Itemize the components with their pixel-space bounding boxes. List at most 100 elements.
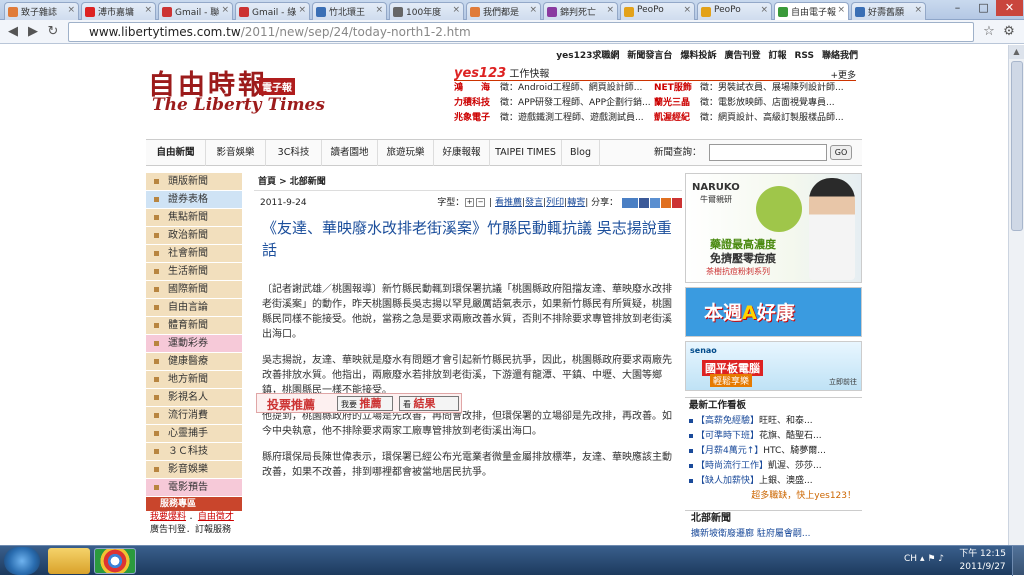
font-increase-icon[interactable]: + bbox=[465, 198, 475, 207]
tab-close-icon[interactable]: × bbox=[606, 5, 614, 15]
tab-close-icon[interactable]: × bbox=[144, 5, 152, 15]
browser-tab[interactable]: 竹北環王 × bbox=[312, 2, 387, 20]
share-facebook-icon[interactable] bbox=[639, 197, 649, 208]
share-plurk-icon[interactable] bbox=[650, 197, 660, 208]
job-item[interactable]: 力積科技 徵：APP研發工程師、APP企劃行銷... bbox=[454, 96, 654, 111]
naruko-ad[interactable]: NARUKO 牛爾親研 藥證最高濃度 免擠壓零痘痕 茶樹抗痘粉刺系列 bbox=[685, 173, 862, 283]
job-board-item[interactable]: 【時尚流行工作】凱渥、莎莎... bbox=[685, 459, 862, 474]
see-results-button[interactable]: 看 結果 bbox=[399, 396, 459, 411]
left-nav-item[interactable]: 健康醫療 bbox=[146, 353, 242, 371]
star-icon[interactable]: ☆ bbox=[980, 23, 998, 41]
tool-print[interactable]: 列印 bbox=[546, 198, 564, 208]
nav-item[interactable]: 3C科技 bbox=[266, 140, 322, 166]
job-board-item[interactable]: 【缺人加薪快】上銀、澳盛... bbox=[685, 474, 862, 489]
tab-close-icon[interactable]: × bbox=[452, 5, 460, 15]
tab-close-icon[interactable]: × bbox=[683, 5, 691, 15]
nav-item[interactable]: 旅遊玩樂 bbox=[378, 140, 434, 166]
chrome-icon[interactable] bbox=[94, 548, 136, 574]
browser-tab[interactable]: Gmail - 聯 × bbox=[158, 2, 233, 20]
explorer-icon[interactable] bbox=[48, 548, 90, 574]
left-nav-item[interactable]: 生活新聞 bbox=[146, 263, 242, 281]
system-tray[interactable]: CH ▴ ⚑ ♪ bbox=[904, 554, 944, 564]
left-nav-item[interactable]: 證券表格 bbox=[146, 191, 242, 209]
job-item[interactable]: 凱渥經紀 徵：網頁設計、高級訂製服樣品師... bbox=[654, 111, 854, 126]
left-nav-item[interactable]: 流行消費 bbox=[146, 407, 242, 425]
job-item[interactable]: 兆象電子 徵：遊戲鐵測工程師、遊戲測試員... bbox=[454, 111, 654, 126]
share-other-icon[interactable] bbox=[672, 197, 682, 208]
left-nav-item[interactable]: 頭版新聞 bbox=[146, 173, 242, 191]
scroll-up-icon[interactable]: ▲ bbox=[1009, 45, 1024, 59]
forward-icon[interactable]: ▶ bbox=[24, 23, 42, 41]
tab-close-icon[interactable]: × bbox=[221, 5, 229, 15]
top-link[interactable]: 新聞發言台 bbox=[627, 51, 672, 61]
clock[interactable]: 下午 12:15 2011/9/27 bbox=[959, 548, 1006, 574]
browser-tab[interactable]: PeoPo × bbox=[697, 2, 772, 20]
tool-comment[interactable]: 發言 bbox=[525, 198, 543, 208]
weekly-deal-ad[interactable]: 本週A好康 bbox=[685, 287, 862, 337]
nav-item[interactable]: 讀者園地 bbox=[322, 140, 378, 166]
start-button[interactable] bbox=[4, 547, 40, 575]
share-twitter-icon[interactable] bbox=[622, 197, 638, 208]
job-item[interactable]: 蘭光三晶 徵：電影放映師、店面視覺專員... bbox=[654, 96, 854, 111]
browser-tab[interactable]: Gmail - 綠 × bbox=[235, 2, 310, 20]
browser-tab[interactable]: PeoPo × bbox=[620, 2, 695, 20]
minimize-button[interactable]: – bbox=[944, 0, 971, 16]
left-nav-item[interactable]: 運動彩券 bbox=[146, 335, 242, 353]
top-link[interactable]: yes123求職網 bbox=[556, 51, 619, 61]
nav-item[interactable]: TAIPEI TIMES bbox=[490, 140, 562, 166]
job-item[interactable]: NET服飾 徵：男裝試衣員、展場陳列設計師... bbox=[654, 81, 854, 96]
tab-close-icon[interactable]: × bbox=[760, 5, 768, 15]
left-nav-item[interactable]: 體育新聞 bbox=[146, 317, 242, 335]
top-link[interactable]: 聯絡我們 bbox=[822, 51, 858, 61]
wrench-icon[interactable]: ⚙ bbox=[1000, 23, 1018, 41]
reload-icon[interactable]: ↻ bbox=[44, 23, 62, 41]
browser-tab[interactable]: 我們都是 × bbox=[466, 2, 541, 20]
jobs-more-link[interactable]: +更多 bbox=[830, 68, 856, 81]
tab-close-icon[interactable]: × bbox=[837, 5, 845, 15]
tab-close-icon[interactable]: × bbox=[375, 5, 383, 15]
left-nav-item[interactable]: 地方新聞 bbox=[146, 371, 242, 389]
tool-recommend[interactable]: 看推薦 bbox=[495, 198, 522, 208]
top-link[interactable]: 廣告刊登 bbox=[724, 51, 760, 61]
address-bar[interactable]: www.libertytimes.com.tw/2011/new/sep/24/… bbox=[68, 22, 974, 42]
left-nav-item[interactable]: 電影預告 bbox=[146, 479, 242, 497]
page-scrollbar[interactable]: ▲ bbox=[1008, 45, 1024, 545]
ime-indicator[interactable]: CH bbox=[904, 554, 917, 564]
back-icon[interactable]: ◀ bbox=[4, 23, 22, 41]
left-nav-item[interactable]: 政治新聞 bbox=[146, 227, 242, 245]
job-board-item[interactable]: 【可準時下班】花旗、酷聖石... bbox=[685, 429, 862, 444]
browser-tab[interactable]: 好壽舊願 × bbox=[851, 2, 926, 20]
tab-close-icon[interactable]: × bbox=[529, 5, 537, 15]
close-window-button[interactable]: ✕ bbox=[996, 0, 1023, 16]
browser-tab[interactable]: 錦判死亡 × bbox=[543, 2, 618, 20]
top-link[interactable]: 訂報 bbox=[768, 51, 786, 61]
top-link[interactable]: 爆料投訴 bbox=[680, 51, 716, 61]
left-nav-item[interactable]: 心靈捕手 bbox=[146, 425, 242, 443]
tab-close-icon[interactable]: × bbox=[67, 5, 75, 15]
recommend-button[interactable]: 我要 推薦 bbox=[337, 396, 393, 411]
maximize-button[interactable]: □ bbox=[970, 0, 997, 16]
scroll-thumb[interactable] bbox=[1011, 61, 1023, 231]
left-nav-item[interactable]: 國際新聞 bbox=[146, 281, 242, 299]
nav-item[interactable]: 自由新聞 bbox=[146, 140, 206, 166]
show-desktop-button[interactable] bbox=[1012, 546, 1024, 576]
senao-ad[interactable]: senao 國平板電腦 輕鬆享樂 立即前往 bbox=[685, 341, 862, 391]
report-link[interactable]: 我要爆料 bbox=[150, 512, 186, 522]
job-board-more[interactable]: 超多職缺，快上yes123！ bbox=[685, 489, 862, 504]
browser-tab[interactable]: 100年度 × bbox=[389, 2, 464, 20]
left-nav-item[interactable]: ３Ｃ科技 bbox=[146, 443, 242, 461]
browser-tab[interactable]: 溥市嘉墉 × bbox=[81, 2, 156, 20]
news-search-input[interactable] bbox=[709, 144, 827, 161]
tab-close-icon[interactable]: × bbox=[298, 5, 306, 15]
left-nav-item[interactable]: 影音娛樂 bbox=[146, 461, 242, 479]
search-go-button[interactable]: GO bbox=[830, 145, 852, 160]
top-link[interactable]: RSS bbox=[794, 51, 814, 61]
font-decrease-icon[interactable]: − bbox=[476, 198, 486, 207]
left-nav-item[interactable]: 影視名人 bbox=[146, 389, 242, 407]
nav-item[interactable]: 影音娛樂 bbox=[206, 140, 266, 166]
share-blog-icon[interactable] bbox=[661, 197, 671, 208]
browser-tab[interactable]: 致子雜誌 × bbox=[4, 2, 79, 20]
services-row-2[interactable]: 廣告刊登．訂報服務 bbox=[146, 524, 242, 537]
nav-item[interactable]: 好康報報 bbox=[434, 140, 490, 166]
yes123-brand[interactable]: yes123 bbox=[454, 66, 506, 81]
